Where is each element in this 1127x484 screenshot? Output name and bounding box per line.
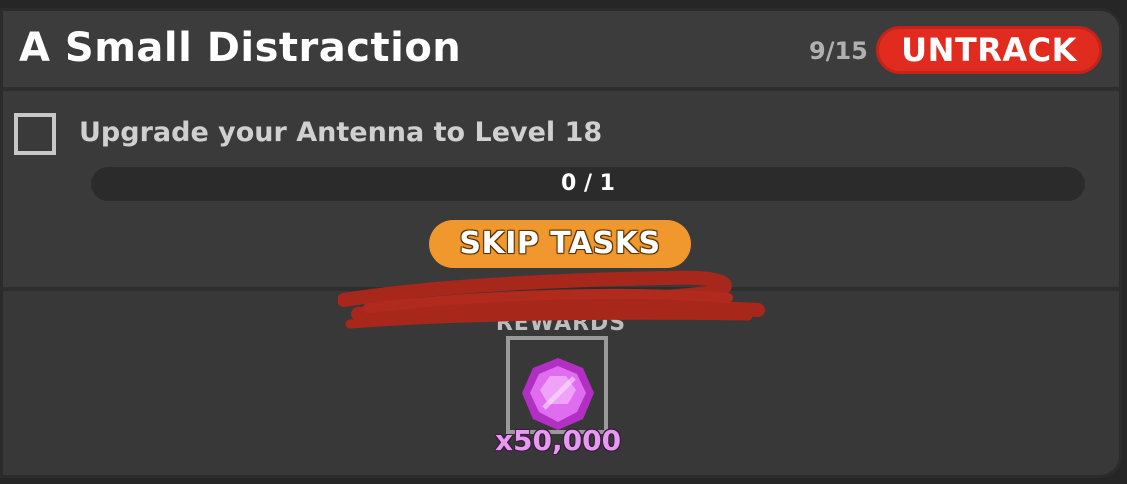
rewards-label: REWARDS xyxy=(495,311,627,336)
reward-amount: x50,000 xyxy=(494,424,622,457)
pink-gem-icon xyxy=(522,358,594,430)
task-checkbox[interactable] xyxy=(14,113,56,155)
task-progress-bar: 0 / 1 xyxy=(91,167,1085,201)
quest-counter: 9/15 xyxy=(809,37,868,65)
task-label: Upgrade your Antenna to Level 18 xyxy=(79,117,603,148)
quest-title: A Small Distraction xyxy=(19,25,462,71)
task-section: Upgrade your Antenna to Level 18 0 / 1 S… xyxy=(3,91,1119,291)
untrack-button[interactable]: UNTRACK xyxy=(876,26,1102,74)
skip-tasks-button[interactable]: SKIP TASKS xyxy=(429,220,691,268)
quest-header: A Small Distraction 9/15 UNTRACK xyxy=(3,11,1119,91)
task-progress-text: 0 / 1 xyxy=(561,171,615,196)
